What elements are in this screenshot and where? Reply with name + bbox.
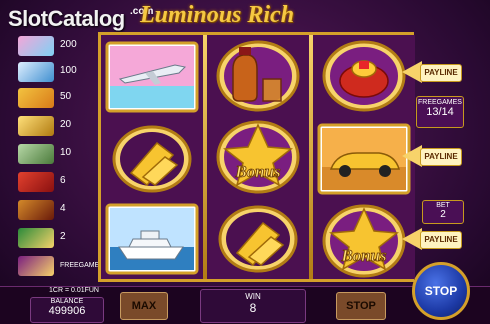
spin-stop-button[interactable]: STOP [412,262,470,320]
paytable-value: 4 [60,203,66,214]
paytable-value: 20 [60,119,72,130]
balance-display: BALANCE 499906 [30,297,104,323]
bet-label: BET [436,202,450,209]
paytable-cognac-icon [18,200,54,220]
paytable-value: 10 [60,147,72,158]
brand-logo-text: SlotCatalog [8,6,125,31]
slotcatalog-logo: SlotCatalog [8,6,125,32]
bet-display: BET 2 [422,200,464,224]
symbol-car [317,123,411,201]
paytable-value: 200 [60,39,77,50]
reel-1 [101,35,203,279]
paytable-dollar-icon [18,228,54,248]
symbol-gold-bars [211,203,305,281]
paytable-bonus-icon [18,256,54,276]
payline-label: PAYLINE [420,64,462,82]
reel-3: Bonus [313,35,415,279]
paytable-value: 100 [60,65,77,76]
symbol-ring [317,39,411,117]
arrow-left-icon [402,228,422,250]
win-label: WIN [245,292,261,301]
freegames-counter: FREEGAMES 13/14 [416,96,464,128]
slotcatalog-watermark: SlotCatalog .com [8,6,158,32]
paytable: 200 100 50 20 10 6 4 2 FREEGAMES [16,34,104,276]
freegames-label: FREEGAMES [418,99,462,106]
payline-label: PAYLINE [420,148,462,166]
win-display: WIN 8 [200,289,306,323]
payline-indicator: PAYLINE [402,145,462,167]
arrow-left-icon [402,61,422,83]
paytable-value: 2 [60,231,66,242]
bonus-label: Bonus [234,162,281,181]
paytable-gold-bars-icon [18,116,54,136]
paytable-row: 50 [16,86,96,110]
payline-label: PAYLINE [420,231,462,249]
paytable-cash-icon [18,144,54,164]
max-bet-button[interactable]: MAX [120,292,168,320]
reel-area: Bonus Bonus [98,32,415,282]
paytable-row: 4 [16,198,96,222]
win-value: 8 [249,301,257,315]
paytable-row: 2 [16,226,96,250]
symbol-gold-bars [105,123,199,201]
balance-label: BALANCE [50,298,84,305]
paytable-row: 10 [16,142,96,166]
bet-value: 2 [440,209,446,220]
stop-button[interactable]: STOP [336,292,386,320]
paytable-row: 20 [16,114,96,138]
paytable-row: 200 [16,34,96,58]
paytable-row: 100 [16,60,96,84]
paytable-yacht-icon [18,62,54,82]
paytable-row: FREEGAMES [16,254,104,278]
symbol-bonus: Bonus [317,203,411,281]
paytable-value: 6 [60,175,66,186]
paytable-ring-icon [18,172,54,192]
coin-value-info: 1CR = 0.01FUN [49,287,99,294]
balance-value: 499906 [48,305,86,317]
symbol-bonus: Bonus [211,119,305,197]
bonus-label: Bonus [340,246,387,265]
payline-indicator: PAYLINE [402,61,462,83]
game-title: Luminous Rich [140,2,295,28]
reel-2: Bonus [207,35,309,279]
symbol-cognac [211,39,305,117]
paytable-row: 6 [16,170,96,194]
paytable-car-icon [18,88,54,108]
payline-indicator: PAYLINE [402,228,462,250]
paytable-jet-icon [18,36,54,56]
symbol-jet [105,41,199,119]
freegames-value: 13/14 [426,106,454,118]
arrow-left-icon [402,145,422,167]
paytable-value: 50 [60,91,72,102]
symbol-yacht [105,203,199,281]
